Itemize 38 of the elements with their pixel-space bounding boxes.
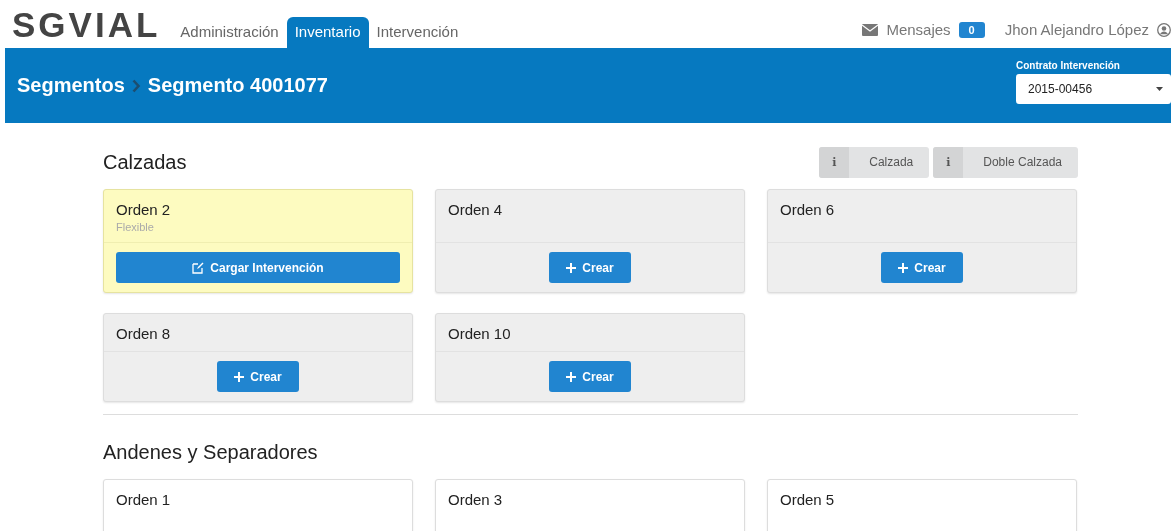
plus-icon — [566, 262, 577, 273]
nav-tab[interactable]: Administración — [172, 17, 287, 48]
card-subtitle: Flexible — [116, 221, 155, 233]
card-title: Orden 8 — [116, 325, 172, 342]
card-title: Orden 6 — [780, 201, 836, 218]
card-title: Orden 2 — [116, 201, 172, 218]
create-button[interactable]: Crear — [549, 252, 631, 283]
user-name[interactable]: Jhon Alejandro López — [1004, 21, 1149, 38]
caret-icon — [1156, 87, 1163, 91]
plus-icon — [566, 371, 577, 382]
nav-tab[interactable]: Intervención — [368, 17, 467, 48]
messages-link[interactable]: Mensajes — [886, 21, 951, 38]
breadcrumb-link[interactable]: Segmentos — [17, 74, 125, 97]
envelope-icon[interactable] — [862, 23, 879, 36]
card-title: Orden 3 — [448, 491, 504, 508]
contract-select[interactable]: 2015-00456 — [1016, 74, 1171, 104]
card-title: Orden 5 — [780, 491, 836, 508]
create-button[interactable]: Crear — [217, 361, 299, 392]
chevron-icon — [131, 78, 141, 93]
create-button[interactable]: Crear — [881, 252, 963, 283]
card-title: Orden 10 — [448, 325, 512, 342]
section-title: Andenes y Separadores — [103, 440, 318, 464]
info-button[interactable]: i Doble Calzada — [933, 146, 1078, 178]
contract-label: Contrato Intervención — [1016, 60, 1121, 71]
card-title: Orden 1 — [116, 491, 172, 508]
load-intervention-button[interactable]: Cargar Intervención — [116, 252, 400, 283]
card-title: Orden 4 — [448, 201, 504, 218]
plus-icon — [234, 371, 245, 382]
page-title: Segmento 4001077 — [147, 74, 328, 97]
plus-icon — [898, 262, 909, 273]
message-count: 0 — [958, 21, 985, 38]
info-button[interactable]: i Calzada — [819, 146, 930, 178]
create-button[interactable]: Crear — [549, 361, 631, 392]
nav-tab[interactable]: Inventario — [286, 17, 369, 48]
logo: SGVIAL — [12, 7, 161, 42]
section-title: Calzadas — [103, 150, 187, 174]
edit-icon — [192, 261, 205, 274]
user-icon[interactable] — [1157, 22, 1171, 37]
